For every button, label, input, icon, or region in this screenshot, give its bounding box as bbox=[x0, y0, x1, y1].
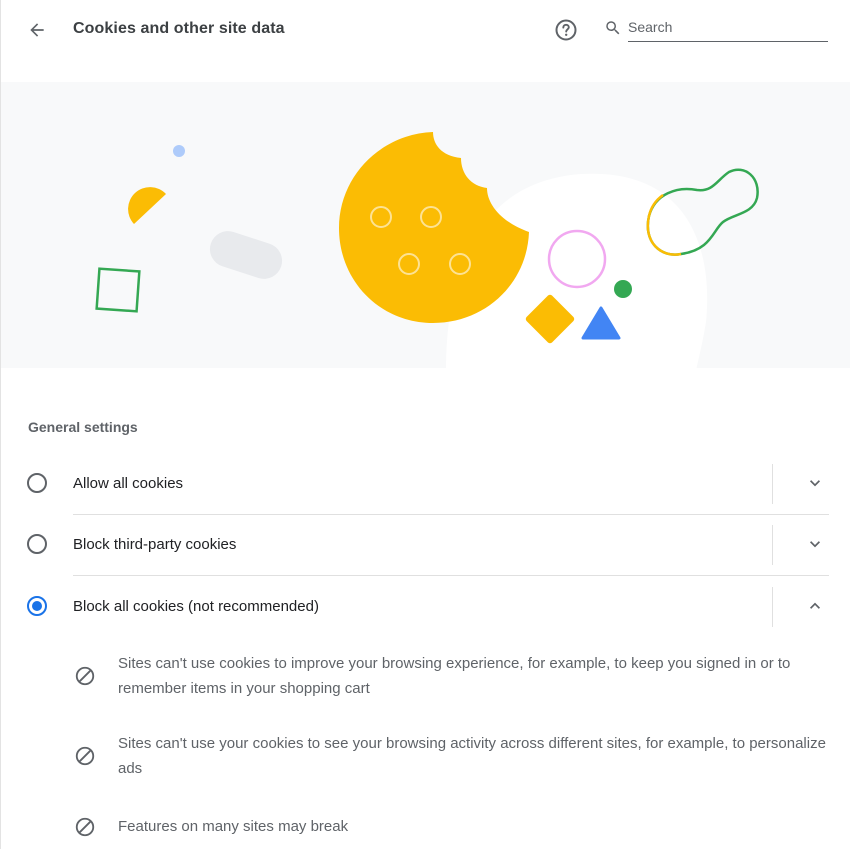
block-icon bbox=[75, 746, 95, 766]
help-button[interactable] bbox=[552, 16, 580, 44]
page-title: Cookies and other site data bbox=[73, 20, 285, 37]
cookies-illustration bbox=[1, 82, 850, 368]
expand-button[interactable] bbox=[801, 469, 829, 497]
chevron-down-icon bbox=[810, 480, 820, 487]
back-button[interactable] bbox=[21, 14, 53, 46]
radio-block-all-cookies[interactable] bbox=[27, 596, 47, 616]
detail-text: Sites can't use cookies to improve your … bbox=[118, 655, 791, 697]
search-box bbox=[604, 14, 829, 46]
detail-item: Features on many sites may break bbox=[1, 814, 850, 844]
option-block-third-party-cookies[interactable]: Block third-party cookies bbox=[1, 515, 850, 575]
divider bbox=[772, 464, 773, 504]
detail-text: Features on many sites may break bbox=[118, 818, 349, 835]
collapse-button[interactable] bbox=[801, 592, 829, 620]
block-icon bbox=[75, 817, 95, 837]
search-input[interactable] bbox=[628, 18, 828, 42]
detail-item: Sites can't use your cookies to see your… bbox=[1, 731, 850, 783]
expand-button[interactable] bbox=[801, 530, 829, 558]
gray-pill-shape bbox=[209, 231, 283, 279]
option-block-all-cookies[interactable]: Block all cookies (not recommended) bbox=[1, 577, 850, 637]
radio-allow-all-cookies[interactable] bbox=[27, 473, 47, 493]
yellow-halfmoon-shape bbox=[128, 187, 166, 224]
chevron-down-icon bbox=[810, 541, 820, 548]
row-divider bbox=[73, 575, 829, 576]
option-label: Allow all cookies bbox=[73, 475, 184, 492]
green-square-shape bbox=[95, 267, 141, 313]
detail-text: Sites can't use your cookies to see your… bbox=[118, 735, 826, 777]
divider bbox=[772, 525, 773, 565]
arrow-back-icon bbox=[30, 23, 44, 37]
green-dot-shape bbox=[614, 280, 632, 298]
option-label: Block all cookies (not recommended) bbox=[73, 598, 319, 615]
search-icon bbox=[606, 21, 620, 35]
help-circle-icon bbox=[555, 19, 577, 41]
option-allow-all-cookies[interactable]: Allow all cookies bbox=[1, 454, 850, 514]
page-header: Cookies and other site data bbox=[1, 0, 850, 60]
section-title-general-settings: General settings bbox=[28, 419, 138, 435]
divider bbox=[772, 587, 773, 627]
detail-item: Sites can't use cookies to improve your … bbox=[1, 651, 850, 703]
cookies-illustration-art bbox=[95, 132, 759, 368]
blue-dot-shape bbox=[173, 145, 185, 157]
cookies-settings-page: Cookies and other site data Search Gener… bbox=[0, 0, 850, 849]
radio-block-third-party-cookies[interactable] bbox=[27, 534, 47, 554]
block-icon bbox=[75, 666, 95, 686]
option-label: Block third-party cookies bbox=[73, 536, 237, 553]
chevron-up-icon bbox=[810, 602, 820, 609]
